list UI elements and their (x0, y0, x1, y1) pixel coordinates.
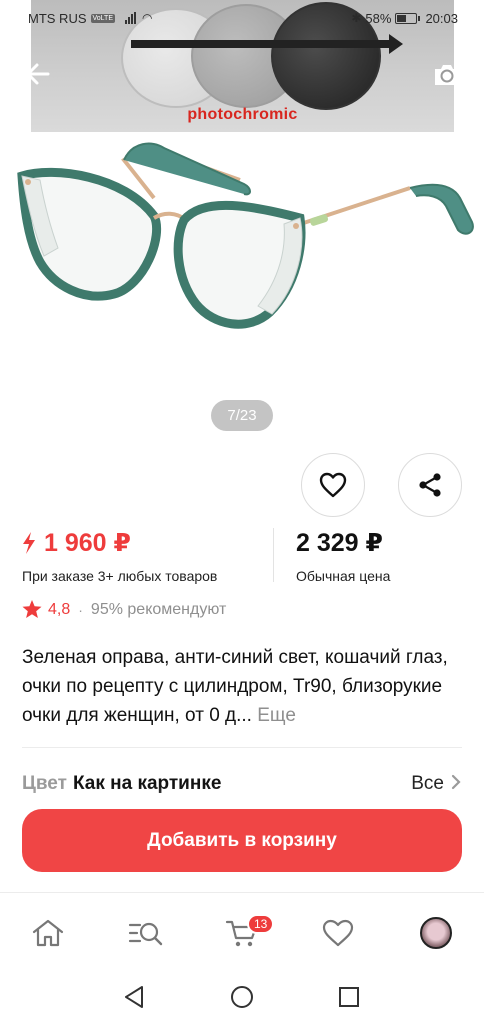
divider (22, 747, 462, 748)
color-value: Как на картинке (72, 773, 222, 794)
color-option-row[interactable]: Цвет Как на картинке Все (22, 773, 462, 795)
nav-home-button[interactable] (229, 984, 255, 1010)
clock: 20:03 (425, 10, 458, 26)
volte-badge: VoLTE (90, 13, 115, 23)
rating-separator: · (78, 601, 83, 618)
product-gallery[interactable]: photochromic 7/23 (0, 0, 484, 440)
tab-favorites[interactable] (318, 913, 358, 953)
nav-back-button[interactable] (121, 984, 147, 1010)
bottom-tab-bar (0, 892, 484, 970)
heart-outline-icon (322, 919, 354, 947)
nav-home-icon (231, 986, 253, 1008)
nav-recents-button[interactable] (336, 984, 362, 1010)
battery-percent: 58% (365, 10, 392, 26)
add-to-favorites-button[interactable] (301, 453, 365, 517)
tab-home[interactable] (28, 913, 68, 953)
avatar (420, 917, 452, 949)
regular-price: 2 329 ₽ (296, 529, 383, 557)
signal-icon (125, 12, 136, 24)
back-arrow-icon (26, 63, 50, 85)
system-navigation-bar (0, 970, 484, 1024)
rating-row[interactable]: 4,8 · 95% рекомендуют (22, 600, 226, 619)
show-more-link[interactable]: Еще (257, 705, 296, 726)
transition-arrow (131, 34, 403, 54)
cart-count-badge: 13 (247, 914, 275, 934)
share-icon (419, 473, 441, 497)
sale-price-block: 1 960 ₽ При заказе 3+ любых товаров (22, 528, 217, 584)
wifi-icon: ◠ (142, 11, 153, 25)
camera-icon (435, 65, 459, 85)
glasses-image (17, 142, 474, 329)
recommend-percent: 95% рекомендуют (90, 600, 227, 618)
bluetooth-icon: ✱ (351, 11, 362, 25)
price-divider (273, 528, 274, 582)
nav-back-icon (125, 986, 143, 1008)
lightning-icon (23, 532, 35, 554)
carrier-name: MTS RUS (28, 10, 87, 26)
regular-price-note: Обычная цена (296, 568, 391, 584)
catalog-search-icon (128, 922, 163, 946)
heart-icon (319, 472, 347, 498)
regular-price-block: 2 329 ₽ Обычная цена (296, 528, 390, 584)
back-button[interactable] (22, 58, 54, 90)
rating-score: 4,8 (48, 600, 71, 618)
color-label: Цвет (22, 773, 67, 794)
add-to-cart-button[interactable]: Добавить в корзину (22, 809, 462, 872)
battery-icon (395, 12, 421, 24)
tab-profile[interactable] (416, 913, 456, 953)
tab-catalog[interactable] (126, 913, 166, 953)
star-icon (22, 600, 42, 618)
product-title[interactable]: Зеленая оправа, анти-синий свет, кошачий… (22, 643, 467, 730)
all-options-link[interactable]: Все (411, 773, 444, 795)
chevron-right-icon (451, 774, 461, 790)
camera-search-button[interactable] (432, 60, 462, 90)
sale-price-note: При заказе 3+ любых товаров (22, 568, 218, 584)
share-button[interactable] (398, 453, 462, 517)
sale-price: 1 960 ₽ (44, 529, 131, 557)
image-counter: 7/23 (211, 400, 273, 431)
banner-text: photochromic (187, 106, 298, 123)
product-title-text: Зеленая оправа, анти-синий свет, кошачий… (22, 647, 448, 726)
nav-recents-icon (339, 987, 359, 1007)
home-icon (32, 919, 64, 947)
status-bar: MTS RUS VoLTE ◠ ✱ 58% 20:03 (0, 0, 484, 36)
